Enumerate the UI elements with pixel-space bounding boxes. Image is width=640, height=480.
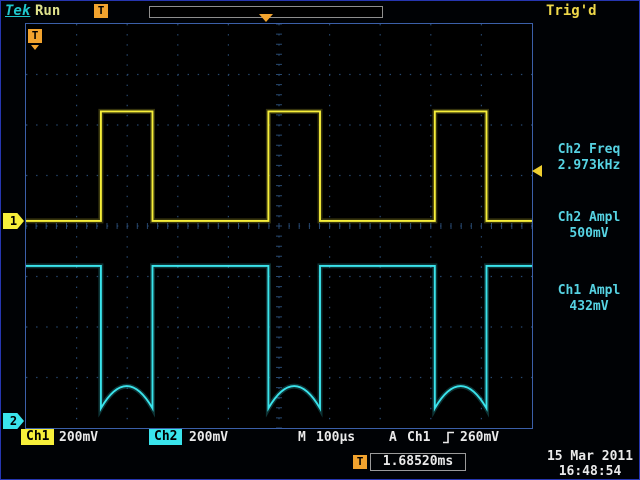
measurement-ch2-ampl: Ch2 Ampl 500mV [537, 210, 640, 242]
timebase-label: M [298, 430, 306, 445]
trigger-mode-label: A [389, 430, 397, 445]
oscilloscope-screen: Tek Run T Trig'd T 1 2 Ch2 Freq 2.973kHz… [0, 0, 640, 480]
ch1-marker-label: 1 [10, 214, 17, 228]
trigger-source-label: Ch1 [407, 430, 430, 445]
measurement-label: Ch2 Ampl [537, 210, 640, 226]
measurement-ch2-freq: Ch2 Freq 2.973kHz [537, 142, 640, 174]
measurement-value: 500mV [537, 226, 640, 242]
date-label: 15 Mar 2011 [541, 449, 639, 464]
measurement-label: Ch2 Freq [537, 142, 640, 158]
time-label: 16:48:54 [541, 464, 639, 479]
timebase-value: 100µs [316, 430, 355, 445]
ch2-marker-label: 2 [10, 414, 17, 428]
trigger-position-marker-icon [259, 14, 273, 22]
measurement-value: 432mV [537, 299, 640, 315]
graticule: T [25, 23, 533, 429]
tek-logo: Tek [5, 3, 30, 19]
ch1-scale-badge: Ch1 [21, 429, 54, 445]
measurement-label: Ch1 Ampl [537, 283, 640, 299]
ch1-scale-value: 200mV [59, 430, 98, 445]
trigger-t-badge: T [94, 4, 108, 18]
ch1-ground-marker: 1 [3, 213, 24, 229]
measurement-ch1-ampl: Ch1 Ampl 432mV [537, 283, 640, 315]
ch2-scale-value: 200mV [189, 430, 228, 445]
waveform-display [26, 24, 532, 428]
acquisition-status: Run [35, 3, 60, 19]
datetime: 15 Mar 2011 16:48:54 [541, 449, 639, 479]
horizontal-position-value: 1.68520ms [370, 453, 466, 471]
rising-edge-icon [442, 430, 455, 445]
trigger-status: Trig'd [546, 3, 597, 19]
horizontal-t-badge: T [353, 455, 367, 469]
ch2-ground-marker: 2 [3, 413, 24, 429]
trigger-time-arrow-icon [31, 45, 39, 50]
trigger-level-value: 260mV [460, 430, 499, 445]
trigger-time-badge: T [28, 29, 42, 43]
ch2-scale-badge: Ch2 [149, 429, 182, 445]
measurement-value: 2.973kHz [537, 158, 640, 174]
